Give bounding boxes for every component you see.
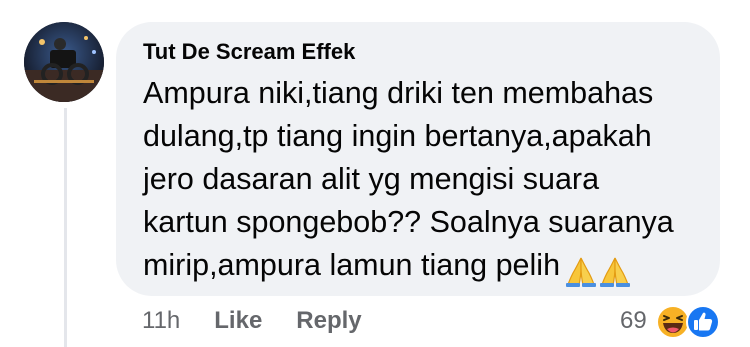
folded-hands-icon [566,257,597,287]
reaction-icons [655,302,723,340]
comment-text-block: Ampura niki,tiang driki ten membahas dul… [143,72,694,291]
comment: Tut De Scream Effek Ampura niki,tiang dr… [0,0,750,347]
emoji-group [564,248,632,291]
reaction-count: 69 [620,307,647,334]
thread-line [64,108,67,347]
reactions-summary[interactable]: 69 [620,302,723,340]
comment-author[interactable]: Tut De Scream Effek [143,38,694,66]
avatar[interactable] [24,22,104,102]
like-icon [685,305,720,339]
reply-button[interactable]: Reply [296,307,361,335]
comment-bubble: Tut De Scream Effek Ampura niki,tiang dr… [116,22,720,296]
like-button[interactable]: Like [214,307,262,335]
timestamp[interactable]: 11h [142,307,180,335]
folded-hands-icon [600,257,631,287]
comment-actions: 11h Like Reply [142,307,362,335]
